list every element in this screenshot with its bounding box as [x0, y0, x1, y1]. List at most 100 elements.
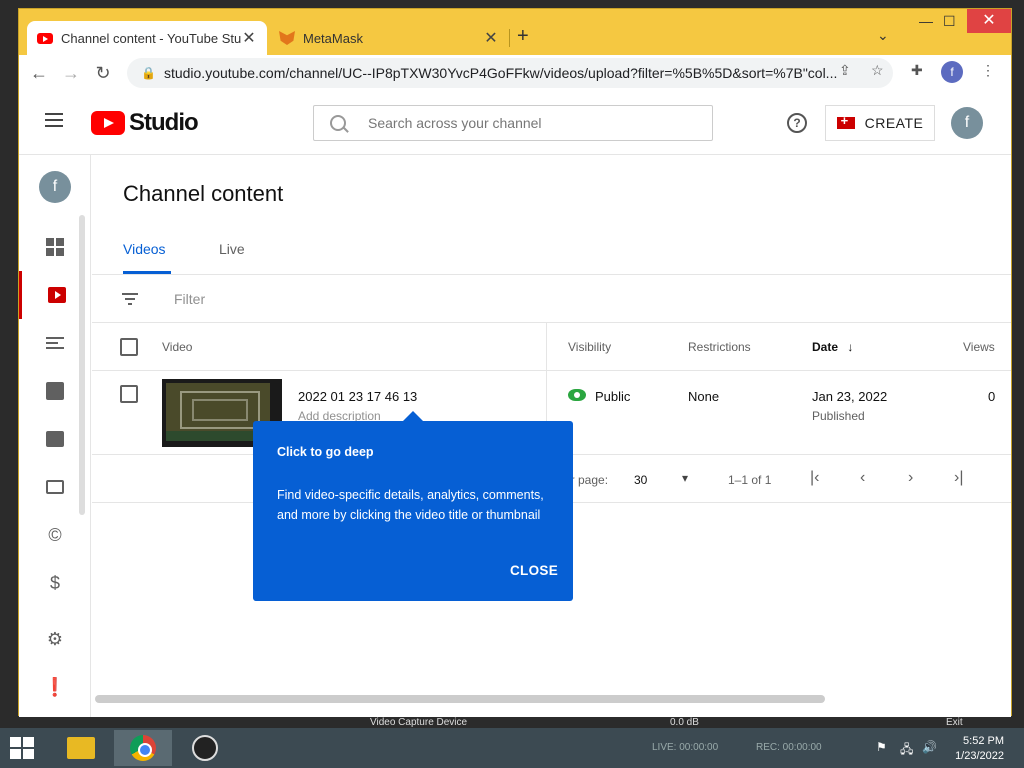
video-title-link[interactable]: 2022 01 23 17 46 13 — [298, 389, 417, 404]
table-header: Video Visibility Restrictions Date ↓ Vie… — [92, 323, 1011, 371]
date-status: Published — [812, 409, 865, 423]
tab-live[interactable]: Live — [219, 241, 245, 257]
sidebar-item-earn[interactable]: $ — [19, 559, 91, 607]
browser-menu-icon[interactable]: ⋮ — [981, 62, 995, 79]
obs-rec-status: REC: 00:00:00 — [756, 742, 822, 753]
sort-down-arrow-icon: ↓ — [847, 340, 854, 354]
create-button[interactable]: CREATE — [825, 105, 935, 141]
tray-volume-icon[interactable]: 🔊 — [922, 740, 937, 754]
first-page-icon[interactable]: |‹ — [810, 469, 819, 487]
comments-icon — [46, 431, 64, 447]
create-label: CREATE — [864, 115, 924, 131]
tooltip-title: Click to go deep — [277, 445, 374, 459]
dashboard-icon — [46, 238, 64, 256]
tab-title: Channel content - YouTube Studio — [61, 30, 241, 46]
column-visibility: Visibility — [568, 340, 612, 354]
tooltip-close-button[interactable]: CLOSE — [510, 563, 558, 578]
rows-dropdown-icon[interactable]: ▾ — [682, 471, 688, 485]
taskbar-clock[interactable]: 5:52 PM 1/23/2022 — [955, 734, 1004, 764]
playlists-icon — [46, 337, 64, 349]
reload-icon[interactable]: ↻ — [91, 61, 115, 85]
obs-live-status: LIVE: 00:00:00 — [652, 742, 719, 753]
copyright-icon: © — [48, 524, 62, 545]
windows-start-icon[interactable] — [10, 737, 34, 759]
sidebar-item-copyright[interactable]: © — [19, 511, 91, 559]
horizontal-scrollbar[interactable] — [95, 695, 825, 703]
filter-bar[interactable]: Filter — [92, 275, 1011, 323]
obs-exit-label: Exit — [946, 717, 963, 728]
row-checkbox[interactable] — [120, 385, 138, 403]
youtube-logo-icon — [91, 111, 125, 135]
date-value: Jan 23, 2022 — [812, 389, 888, 404]
bookmark-star-icon[interactable]: ☆ — [871, 62, 884, 79]
sidebar-item-settings[interactable]: ⚙ — [19, 615, 91, 663]
select-all-checkbox[interactable] — [120, 338, 138, 356]
last-page-icon[interactable]: ›| — [954, 469, 963, 487]
studio-logo[interactable]: Studio — [91, 109, 199, 137]
subtitles-icon — [46, 480, 64, 494]
onboarding-tooltip: Click to go deep Find video-specific det… — [253, 411, 573, 601]
channel-avatar[interactable]: f — [39, 171, 71, 203]
address-bar[interactable]: 🔒 studio.youtube.com/channel/UC--IP8pTXW… — [127, 58, 893, 88]
tab-close-icon[interactable]: ✕ — [483, 28, 499, 48]
search-placeholder: Search across your channel — [368, 115, 542, 131]
obs-db-label: 0.0 dB — [670, 717, 699, 728]
rows-per-page-select[interactable]: 30 — [634, 473, 647, 487]
column-video: Video — [162, 340, 193, 354]
tab-youtube-studio[interactable]: Channel content - YouTube Studio ✕ — [27, 21, 267, 55]
share-icon[interactable]: ⇪ — [839, 62, 851, 79]
active-tab-indicator — [123, 271, 171, 274]
previous-page-icon[interactable]: ‹ — [860, 469, 865, 487]
content-icon — [47, 287, 66, 303]
feedback-icon: ❗ — [43, 676, 67, 697]
studio-logo-text: Studio — [129, 109, 199, 136]
dollar-icon: $ — [49, 572, 60, 593]
window-close-button[interactable]: ✕ — [967, 9, 1011, 33]
account-avatar[interactable]: f — [951, 107, 983, 139]
tab-search-chevron-icon[interactable]: ⌄ — [877, 27, 889, 44]
browser-profile-avatar[interactable]: f — [941, 61, 963, 83]
new-tab-button[interactable]: + — [517, 25, 529, 48]
column-date-label: Date — [812, 340, 839, 354]
extensions-puzzle-icon[interactable]: ✚ — [911, 62, 923, 79]
windows-taskbar: LIVE: 00:00:00 REC: 00:00:00 ⚑ 🖧 🔊 5:52 … — [0, 728, 1024, 768]
obs-video-capture-label: Video Capture Device — [370, 717, 468, 728]
taskbar-obs[interactable] — [176, 730, 234, 766]
taskbar-chrome[interactable] — [114, 730, 172, 766]
filter-input[interactable]: Filter — [174, 291, 205, 307]
back-arrow-icon[interactable]: ← — [27, 61, 51, 85]
tab-metamask[interactable]: MetaMask ✕ — [269, 21, 509, 55]
sidebar-item-feedback[interactable]: ❗ — [19, 663, 91, 711]
metamask-favicon-icon — [279, 31, 295, 45]
sidebar-scrollbar[interactable] — [79, 215, 85, 515]
channel-search-input[interactable]: Search across your channel — [313, 105, 713, 141]
taskbar-file-explorer[interactable] — [52, 730, 110, 766]
url-text: studio.youtube.com/channel/UC--IP8pTXW30… — [163, 65, 838, 81]
tab-title: MetaMask — [303, 30, 363, 46]
next-page-icon[interactable]: › — [908, 469, 913, 487]
window-minimize-button[interactable]: — — [919, 13, 933, 29]
column-date[interactable]: Date ↓ — [812, 340, 853, 354]
folder-icon — [67, 737, 95, 759]
browser-toolbar: ← → ↻ 🔒 studio.youtube.com/channel/UC--I… — [19, 55, 1011, 91]
window-maximize-button[interactable]: ☐ — [943, 13, 956, 30]
clock-time: 5:52 PM — [963, 735, 1004, 747]
forward-arrow-icon[interactable]: → — [59, 61, 83, 85]
tab-videos[interactable]: Videos — [123, 241, 166, 257]
tab-close-icon[interactable]: ✕ — [241, 28, 257, 48]
studio-sidebar: f © $ ⚙ ❗ — [19, 155, 91, 717]
tray-network-icon[interactable]: 🖧 — [900, 740, 913, 761]
filter-icon[interactable] — [122, 293, 138, 305]
browser-window: Channel content - YouTube Studio ✕ MetaM… — [18, 8, 1012, 717]
visibility-value[interactable]: Public — [595, 389, 630, 404]
help-icon[interactable]: ? — [787, 113, 807, 133]
tab-separator — [509, 29, 510, 47]
tray-flag-icon[interactable]: ⚑ — [876, 740, 887, 754]
chrome-icon — [130, 735, 156, 761]
hamburger-menu-icon[interactable] — [45, 113, 63, 127]
views-value: 0 — [988, 389, 996, 404]
youtube-favicon-icon — [37, 32, 53, 44]
obs-icon — [192, 735, 218, 761]
search-icon — [330, 115, 346, 131]
clock-date: 1/23/2022 — [955, 750, 1004, 762]
